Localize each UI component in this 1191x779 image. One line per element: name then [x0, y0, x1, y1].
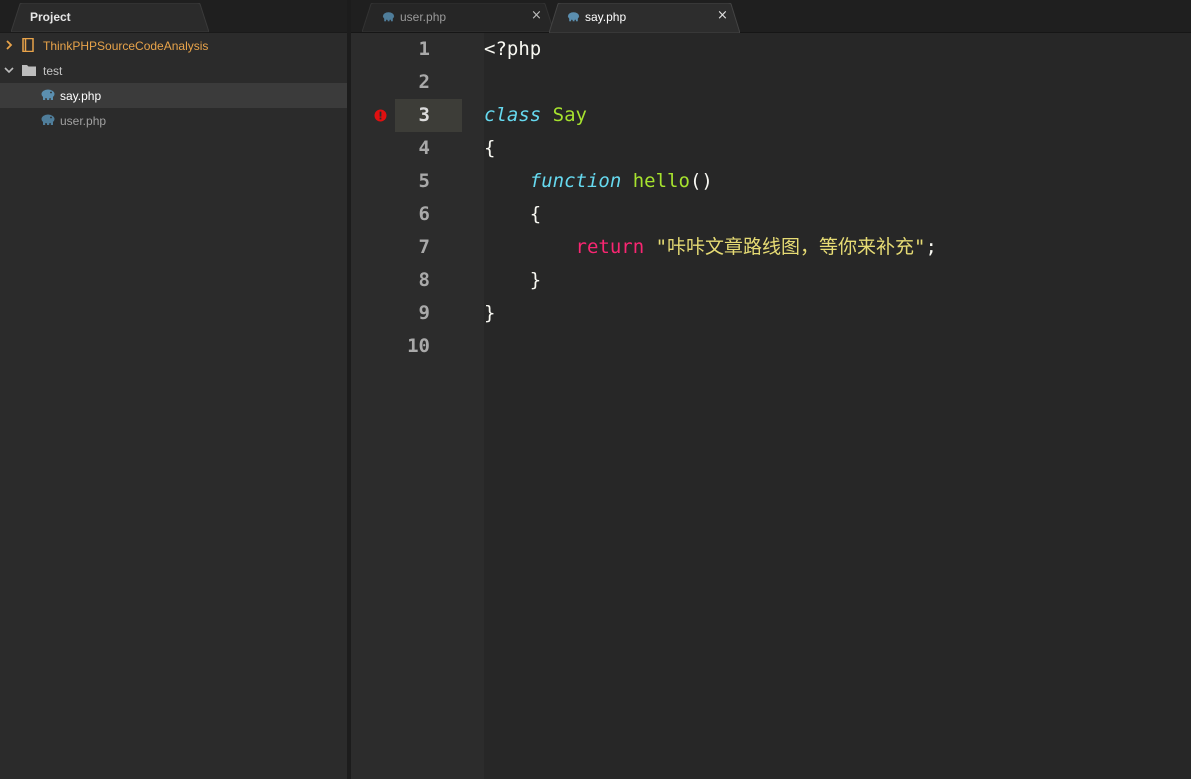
- code-text[interactable]: }: [484, 264, 541, 297]
- tab-user-php[interactable]: user.php ×: [362, 3, 554, 32]
- code-text[interactable]: {: [484, 132, 495, 165]
- code-line: 4 {: [0, 132, 840, 165]
- line-number: 8: [418, 269, 430, 291]
- code-text[interactable]: return "咔咔文章路线图，等你来补充";: [484, 231, 937, 264]
- line-number: 2: [418, 71, 430, 93]
- code-token: return: [575, 236, 645, 258]
- line-number: 7: [418, 236, 430, 258]
- code-line: 5 function hello(): [0, 165, 840, 198]
- code-text[interactable]: function hello(): [484, 165, 713, 198]
- code-line: 8 }: [0, 264, 840, 297]
- sidebar-tabbar: Project: [0, 0, 347, 33]
- tab-project-label: Project: [30, 10, 71, 24]
- code-token: {: [484, 137, 496, 159]
- code-token: class: [484, 104, 542, 126]
- code-text[interactable]: {: [484, 198, 541, 231]
- code-line: 10: [0, 330, 840, 363]
- code-token: {: [484, 203, 542, 225]
- code-text[interactable]: <?php: [484, 33, 541, 66]
- code-line: 1 <?php: [0, 33, 840, 66]
- code-token: function: [529, 170, 622, 192]
- php-elephant-icon: [567, 12, 580, 22]
- line-number: 10: [407, 335, 430, 357]
- tab-label: user.php: [400, 10, 447, 24]
- line-number: 1: [418, 38, 430, 60]
- code-text[interactable]: class Say: [484, 99, 587, 132]
- tab-project[interactable]: Project: [11, 3, 209, 32]
- code-line: 7 return "咔咔文章路线图，等你来补充";: [0, 231, 937, 264]
- code-token: <?php: [484, 38, 542, 60]
- line-number: 9: [418, 302, 430, 324]
- code-token: }: [484, 269, 542, 291]
- line-number: 4: [418, 137, 430, 159]
- close-icon[interactable]: ×: [531, 9, 542, 23]
- code-text[interactable]: }: [484, 297, 495, 330]
- line-number-active: 3: [395, 99, 462, 132]
- code-token: hello: [632, 170, 690, 192]
- breakpoint-error-icon[interactable]: [374, 109, 387, 122]
- php-elephant-icon: [382, 12, 395, 22]
- code-token: }: [484, 302, 496, 324]
- code-token: (): [689, 170, 713, 192]
- code-line: 3 class Say: [0, 99, 840, 132]
- code-line: 2: [0, 66, 840, 99]
- tab-say-php[interactable]: say.php ×: [549, 3, 740, 33]
- ide-window: Project ThinkPHPSourceCodeAnalysis test …: [0, 0, 1191, 779]
- tab-label: say.php: [585, 10, 627, 24]
- code-line: 9 }: [0, 297, 840, 330]
- editor-tabbar: user.php × say.php ×: [351, 0, 1191, 33]
- line-number: 5: [418, 170, 430, 192]
- code-string: "咔咔文章路线图，等你来补充": [655, 236, 926, 258]
- code-token: Say: [552, 104, 587, 126]
- code-line: 6 {: [0, 198, 840, 231]
- line-number: 6: [418, 203, 430, 225]
- close-icon[interactable]: ×: [717, 9, 728, 23]
- code-token: ;: [925, 236, 937, 258]
